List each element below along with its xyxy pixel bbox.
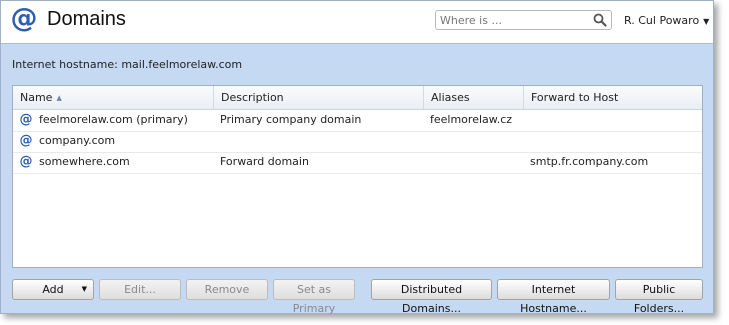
public-folders-button[interactable]: Public Folders... [615, 279, 703, 315]
remove-button[interactable]: Remove [186, 279, 268, 300]
add-button-label: Add [42, 283, 64, 296]
header-bar: @ Domains R. Cul Powaro▼ [1, 1, 713, 44]
table-row[interactable]: @ somewhere.com Forward domain smtp.fr.c… [13, 152, 702, 174]
chevron-down-icon: ▼ [81, 285, 87, 293]
column-header-name[interactable]: Name ▲ [13, 86, 214, 109]
domains-table: Name ▲ Description Aliases Forward to Hos… [12, 85, 703, 268]
set-as-primary-button[interactable]: Set as Primary [273, 279, 355, 315]
domain-description: Forward domain [220, 155, 309, 168]
table-header: Name ▲ Description Aliases Forward to Hos… [13, 86, 702, 110]
column-header-description[interactable]: Description [214, 86, 424, 109]
domain-aliases: feelmorelaw.cz [430, 113, 513, 126]
domain-name: feelmorelaw.com (primary) [39, 113, 188, 126]
column-label: Forward to Host [531, 91, 619, 104]
column-header-aliases[interactable]: Aliases [424, 86, 524, 109]
distributed-domains-button[interactable]: Distributed Domains... [371, 279, 492, 315]
search-input[interactable] [440, 12, 590, 28]
domains-at-icon: @ [10, 3, 38, 34]
column-label: Name [20, 91, 53, 104]
domain-at-icon: @ [19, 112, 33, 127]
add-button[interactable]: Add ▼ [12, 279, 94, 300]
domain-forward-host: smtp.fr.company.com [530, 155, 649, 168]
search-box[interactable] [435, 10, 612, 30]
column-label: Description [221, 91, 284, 104]
internet-hostname-label: Internet hostname: mail.feelmorelaw.com [12, 58, 243, 71]
table-row[interactable]: @ feelmorelaw.com (primary) Primary comp… [13, 110, 702, 132]
domain-at-icon: @ [19, 154, 33, 169]
user-name: R. Cul Powaro [624, 14, 700, 27]
sort-ascending-icon: ▲ [56, 94, 62, 102]
domain-name: somewhere.com [39, 155, 130, 168]
search-icon[interactable] [593, 13, 607, 27]
edit-button[interactable]: Edit... [99, 279, 181, 300]
domain-description: Primary company domain [220, 113, 362, 126]
internet-hostname-button[interactable]: Internet Hostname... [497, 279, 610, 315]
user-menu[interactable]: R. Cul Powaro ▼ [624, 14, 709, 27]
page-title: Domains [47, 8, 126, 30]
chevron-down-icon: ▼ [703, 17, 710, 26]
domain-name: company.com [39, 134, 116, 147]
table-row[interactable]: @ company.com [13, 131, 702, 153]
column-header-forward-to-host[interactable]: Forward to Host [524, 86, 702, 109]
domain-at-icon: @ [19, 133, 33, 148]
domains-window: @ Domains R. Cul Powaro▼ Internet hostna… [0, 0, 714, 315]
column-label: Aliases [431, 91, 470, 104]
